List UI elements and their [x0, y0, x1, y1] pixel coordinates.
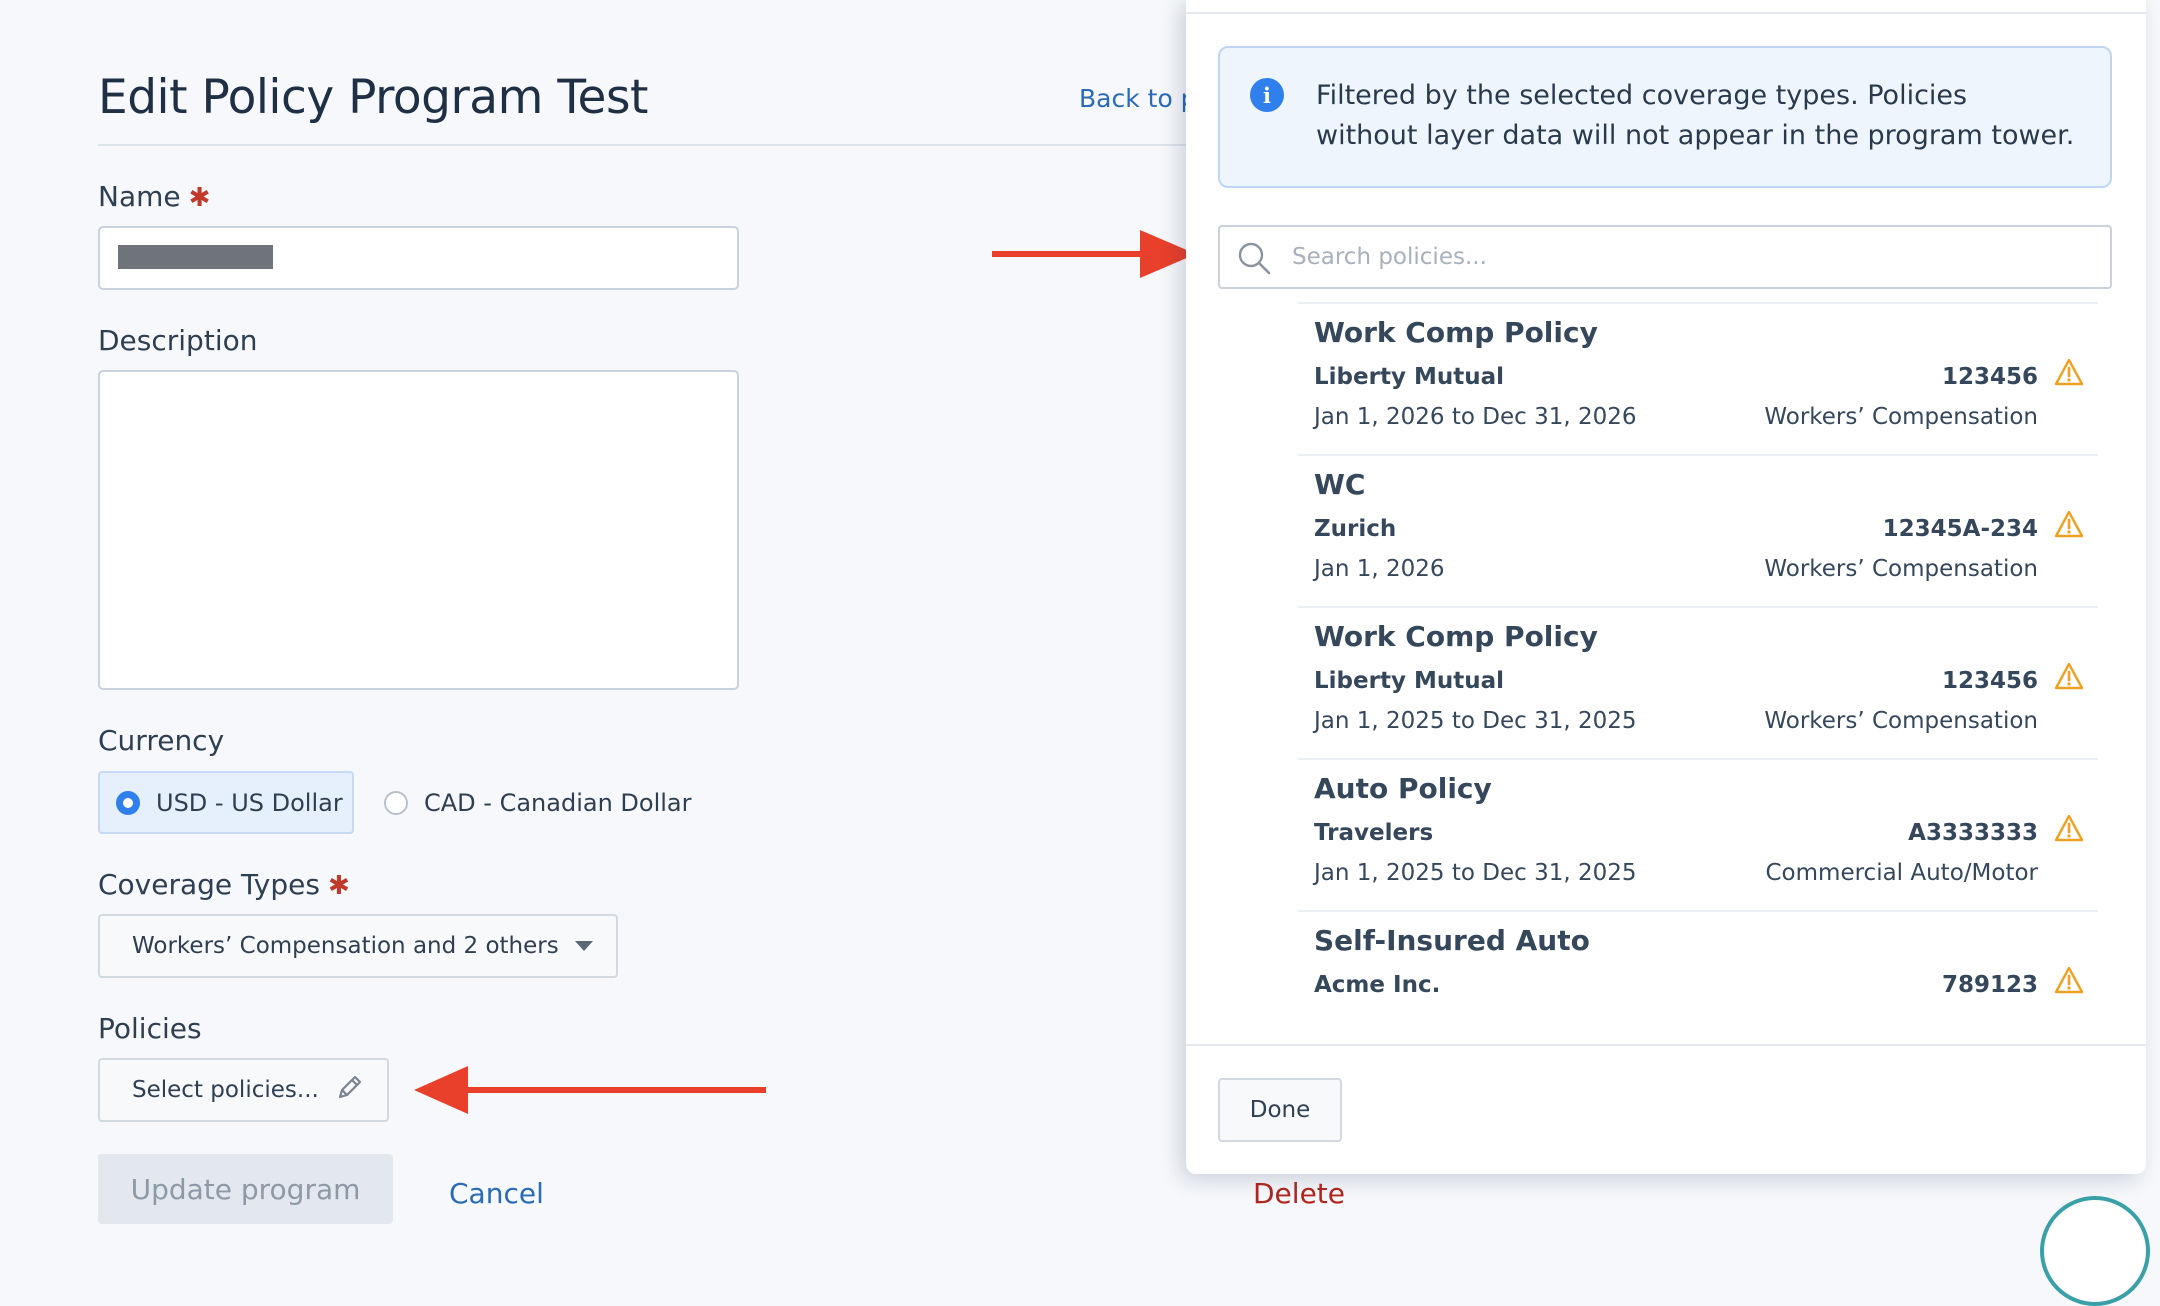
radio-unselected-icon	[384, 790, 408, 815]
title-divider	[98, 144, 1188, 146]
select-policies-button[interactable]: Select policies...	[98, 1058, 389, 1122]
currency-option-label: CAD - Canadian Dollar	[424, 788, 692, 817]
policy-name: Self-Insured Auto	[1314, 924, 1590, 957]
policy-coverage: Workers’ Compensation	[1764, 708, 2038, 734]
info-banner-text: Filtered by the selected coverage types.…	[1316, 80, 2075, 151]
update-program-button[interactable]: Update program	[98, 1154, 393, 1224]
policy-carrier: Liberty Mutual	[1314, 364, 1504, 390]
policy-dates: Jan 1, 2025 to Dec 31, 2025	[1314, 708, 1637, 734]
required-icon: ✱	[188, 183, 211, 213]
policy-carrier: Travelers	[1314, 820, 1434, 846]
annotation-arrow-left-icon	[414, 1066, 766, 1114]
annotation-arrow-right-icon	[992, 230, 1196, 278]
policy-dates: Jan 1, 2025 to Dec 31, 2025	[1314, 860, 1637, 886]
policy-name: Work Comp Policy	[1314, 620, 1598, 653]
policy-number: A3333333	[1908, 820, 2038, 846]
edit-policy-program-page: Edit Policy Program Test Back to p Name ✱…	[0, 0, 2160, 1306]
delete-link[interactable]: Delete	[1253, 1177, 1345, 1210]
policy-selection-panel: i Filtered by the selected coverage type…	[1186, 0, 2146, 1174]
policy-list-item[interactable]: Work Comp Policy Liberty Mutual Jan 1, 2…	[1298, 304, 2098, 456]
policy-number: 123456	[1941, 668, 2038, 694]
panel-top-divider	[1186, 12, 2146, 14]
search-input[interactable]	[1290, 227, 2090, 287]
policy-list-item[interactable]: Self-Insured Auto Acme Inc. 789123	[1298, 912, 2098, 1040]
currency-option-label: USD - US Dollar	[156, 788, 343, 817]
currency-option-cad[interactable]: CAD - Canadian Dollar	[384, 771, 691, 834]
currency-label: Currency	[98, 724, 225, 757]
currency-option-usd[interactable]: USD - US Dollar	[98, 771, 354, 834]
policy-list-item[interactable]: WC Zurich Jan 1, 2026 12345A-234 Workers…	[1298, 456, 2098, 608]
policy-carrier: Acme Inc.	[1314, 972, 1441, 998]
description-label: Description	[98, 324, 258, 357]
policy-dates: Jan 1, 2026 to Dec 31, 2026	[1314, 404, 1637, 430]
warning-icon	[2054, 814, 2084, 842]
warning-icon	[2054, 662, 2084, 690]
policy-number: 123456	[1941, 364, 2038, 390]
radio-selected-icon	[116, 790, 140, 815]
coverage-types-label-text: Coverage Types	[98, 868, 320, 901]
required-icon: ✱	[327, 871, 350, 901]
pencil-icon	[335, 1072, 365, 1108]
policy-dates: Jan 1, 2026	[1314, 556, 1445, 582]
policy-name: Auto Policy	[1314, 772, 1492, 805]
info-icon: i	[1250, 78, 1284, 112]
policy-search-box[interactable]	[1218, 225, 2112, 289]
policy-carrier: Zurich	[1314, 516, 1397, 542]
policies-label: Policies	[98, 1012, 202, 1045]
chevron-down-icon	[574, 941, 593, 951]
policy-number: 12345A-234	[1882, 516, 2038, 542]
policy-list-item[interactable]: Work Comp Policy Liberty Mutual Jan 1, 2…	[1298, 608, 2098, 760]
policy-coverage: Workers’ Compensation	[1764, 556, 2038, 582]
coverage-types-select[interactable]: Workers’ Compensation and 2 others	[98, 914, 618, 978]
policy-coverage: Workers’ Compensation	[1764, 404, 2038, 430]
warning-icon	[2054, 966, 2084, 994]
policy-list-item[interactable]: Auto Policy Travelers Jan 1, 2025 to Dec…	[1298, 760, 2098, 912]
policy-name: Work Comp Policy	[1314, 316, 1598, 349]
select-policies-label: Select policies...	[132, 1077, 319, 1103]
info-banner: i Filtered by the selected coverage type…	[1218, 46, 2112, 188]
done-button[interactable]: Done	[1218, 1078, 1342, 1142]
back-link[interactable]: Back to p	[1079, 84, 1197, 113]
policy-carrier: Liberty Mutual	[1314, 668, 1504, 694]
name-label: Name ✱	[98, 180, 210, 213]
policy-name: WC	[1314, 468, 1366, 501]
name-label-text: Name	[98, 180, 181, 213]
coverage-types-value: Workers’ Compensation and 2 others	[132, 933, 559, 959]
panel-footer-divider	[1186, 1044, 2146, 1046]
policy-coverage: Commercial Auto/Motor	[1765, 860, 2039, 886]
description-textarea[interactable]	[98, 370, 739, 690]
search-icon	[1238, 242, 1271, 275]
cancel-link[interactable]: Cancel	[449, 1177, 544, 1210]
warning-icon	[2054, 358, 2084, 386]
coverage-types-label: Coverage Types ✱	[98, 868, 350, 901]
redacted-name-value	[118, 245, 273, 269]
page-title: Edit Policy Program Test	[98, 70, 648, 125]
policy-number: 789123	[1941, 972, 2038, 998]
warning-icon	[2054, 510, 2084, 538]
help-widget-button[interactable]	[2040, 1196, 2150, 1306]
